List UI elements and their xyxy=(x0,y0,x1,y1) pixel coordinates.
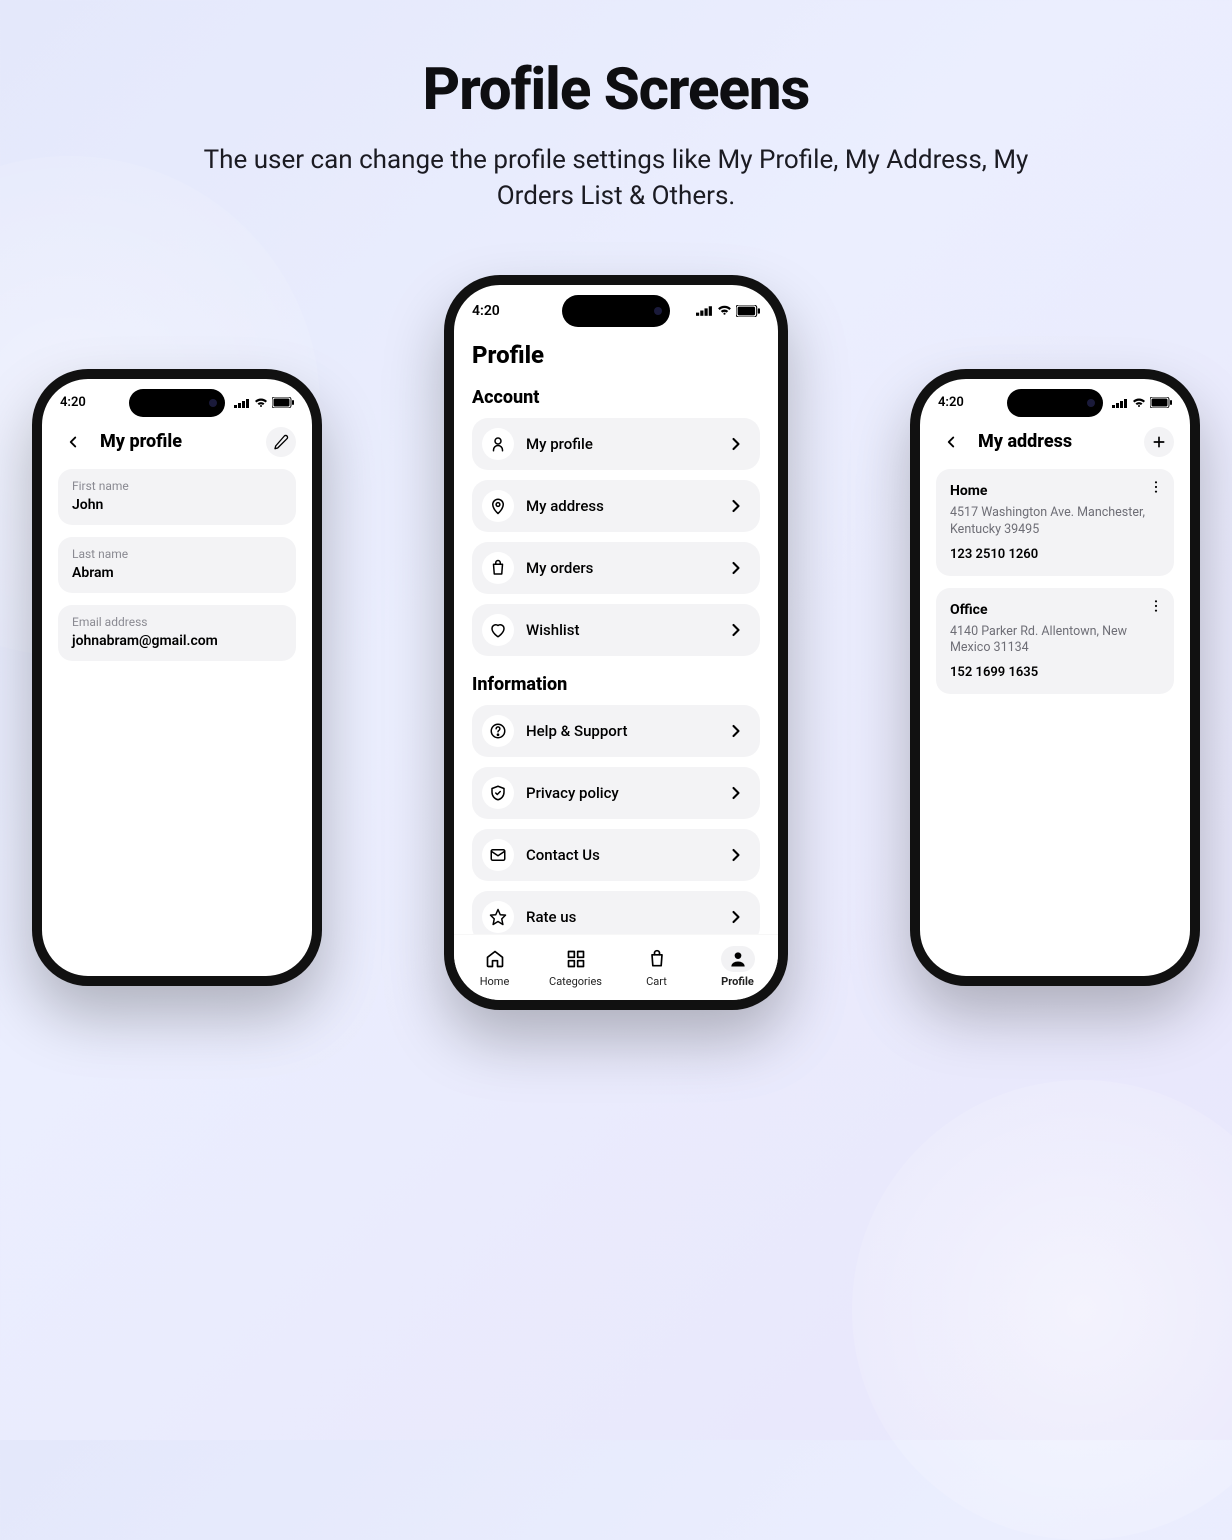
tab-categories[interactable]: Categories xyxy=(541,946,611,988)
chevron-right-icon xyxy=(726,434,746,454)
wifi-icon xyxy=(254,398,268,408)
field-label: First name xyxy=(72,479,282,493)
address-line: 4517 Washington Ave. Manchester, Kentuck… xyxy=(950,505,1160,539)
field-label: Last name xyxy=(72,547,282,561)
tab-home[interactable]: Home xyxy=(460,946,530,988)
cellular-icon xyxy=(1112,398,1128,408)
tab-profile[interactable]: Profile xyxy=(703,946,773,988)
edit-button[interactable] xyxy=(266,427,296,457)
help-icon xyxy=(489,722,507,740)
status-time: 4:20 xyxy=(472,303,500,319)
location-icon xyxy=(489,497,507,515)
row-my-address[interactable]: My address xyxy=(472,480,760,532)
tab-label: Categories xyxy=(549,975,602,988)
profile-icon xyxy=(728,949,748,969)
address-card-office[interactable]: Office 4140 Parker Rd. Allentown, New Me… xyxy=(936,588,1174,695)
phone-profile: 4:20 Profile Account My profile My addre… xyxy=(444,275,788,1010)
row-label: My address xyxy=(526,497,714,515)
first-name-field[interactable]: First name John xyxy=(58,469,296,525)
chevron-right-icon xyxy=(726,845,746,865)
address-phone: 123 2510 1260 xyxy=(950,547,1160,562)
row-label: Help & Support xyxy=(526,722,714,740)
address-phone: 152 1699 1635 xyxy=(950,665,1160,680)
field-value: John xyxy=(72,497,282,513)
bag-icon xyxy=(489,559,507,577)
row-label: Wishlist xyxy=(526,621,714,639)
row-privacy-policy[interactable]: Privacy policy xyxy=(472,767,760,819)
decor-circle xyxy=(852,1080,1232,1540)
page-title: Profile Screens xyxy=(0,56,1232,124)
chevron-right-icon xyxy=(726,721,746,741)
field-value: johnabram@gmail.com xyxy=(72,633,282,649)
row-help-support[interactable]: Help & Support xyxy=(472,705,760,757)
row-label: My orders xyxy=(526,559,714,577)
chevron-right-icon xyxy=(726,783,746,803)
address-name: Office xyxy=(950,602,1160,618)
tab-bar: Home Categories Cart Profile xyxy=(454,934,778,1000)
chevron-left-icon xyxy=(64,433,82,451)
more-vertical-icon xyxy=(1148,479,1164,495)
wifi-icon xyxy=(717,305,732,316)
more-vertical-icon xyxy=(1148,598,1164,614)
field-value: Abram xyxy=(72,565,282,581)
page-subtitle: The user can change the profile settings… xyxy=(186,142,1046,215)
notch xyxy=(129,389,225,417)
row-my-orders[interactable]: My orders xyxy=(472,542,760,594)
last-name-field[interactable]: Last name Abram xyxy=(58,537,296,593)
row-label: Contact Us xyxy=(526,846,714,864)
wifi-icon xyxy=(1132,398,1146,408)
star-icon xyxy=(489,908,507,926)
status-time: 4:20 xyxy=(938,395,964,410)
field-label: Email address xyxy=(72,615,282,629)
screen-title: Profile xyxy=(472,341,760,369)
notch xyxy=(562,295,670,327)
more-button[interactable] xyxy=(1148,479,1164,495)
more-button[interactable] xyxy=(1148,598,1164,614)
heart-icon xyxy=(489,621,507,639)
mail-icon xyxy=(489,846,507,864)
person-icon xyxy=(489,435,507,453)
section-account-label: Account xyxy=(472,387,760,408)
chevron-right-icon xyxy=(726,620,746,640)
address-name: Home xyxy=(950,483,1160,499)
address-card-home[interactable]: Home 4517 Washington Ave. Manchester, Ke… xyxy=(936,469,1174,576)
address-line: 4140 Parker Rd. Allentown, New Mexico 31… xyxy=(950,624,1160,658)
row-label: My profile xyxy=(526,435,714,453)
plus-icon xyxy=(1151,434,1167,450)
shield-icon xyxy=(489,784,507,802)
chevron-right-icon xyxy=(726,558,746,578)
battery-icon xyxy=(1150,397,1172,408)
row-label: Privacy policy xyxy=(526,784,714,802)
chevron-left-icon xyxy=(942,433,960,451)
battery-icon xyxy=(272,397,294,408)
back-button[interactable] xyxy=(936,427,966,457)
tab-cart[interactable]: Cart xyxy=(622,946,692,988)
tab-label: Cart xyxy=(646,975,667,988)
status-time: 4:20 xyxy=(60,395,86,410)
email-field[interactable]: Email address johnabram@gmail.com xyxy=(58,605,296,661)
chevron-right-icon xyxy=(726,496,746,516)
cart-icon xyxy=(647,949,667,969)
screen-title: My profile xyxy=(100,431,182,452)
screen-title: My address xyxy=(978,431,1072,452)
tab-label: Profile xyxy=(721,975,754,988)
cellular-icon xyxy=(234,398,250,408)
home-icon xyxy=(485,949,505,969)
grid-icon xyxy=(566,949,586,969)
phone-my-profile: 4:20 My profile First name John xyxy=(32,369,322,986)
row-wishlist[interactable]: Wishlist xyxy=(472,604,760,656)
cellular-icon xyxy=(696,305,713,316)
phone-my-address: 4:20 My address Home xyxy=(910,369,1200,986)
section-information-label: Information xyxy=(472,674,760,695)
pencil-icon xyxy=(273,434,289,450)
add-address-button[interactable] xyxy=(1144,427,1174,457)
battery-icon xyxy=(736,305,760,317)
row-my-profile[interactable]: My profile xyxy=(472,418,760,470)
tab-label: Home xyxy=(480,975,510,988)
chevron-right-icon xyxy=(726,907,746,927)
notch xyxy=(1007,389,1103,417)
back-button[interactable] xyxy=(58,427,88,457)
row-label: Rate us xyxy=(526,908,714,926)
row-contact-us[interactable]: Contact Us xyxy=(472,829,760,881)
